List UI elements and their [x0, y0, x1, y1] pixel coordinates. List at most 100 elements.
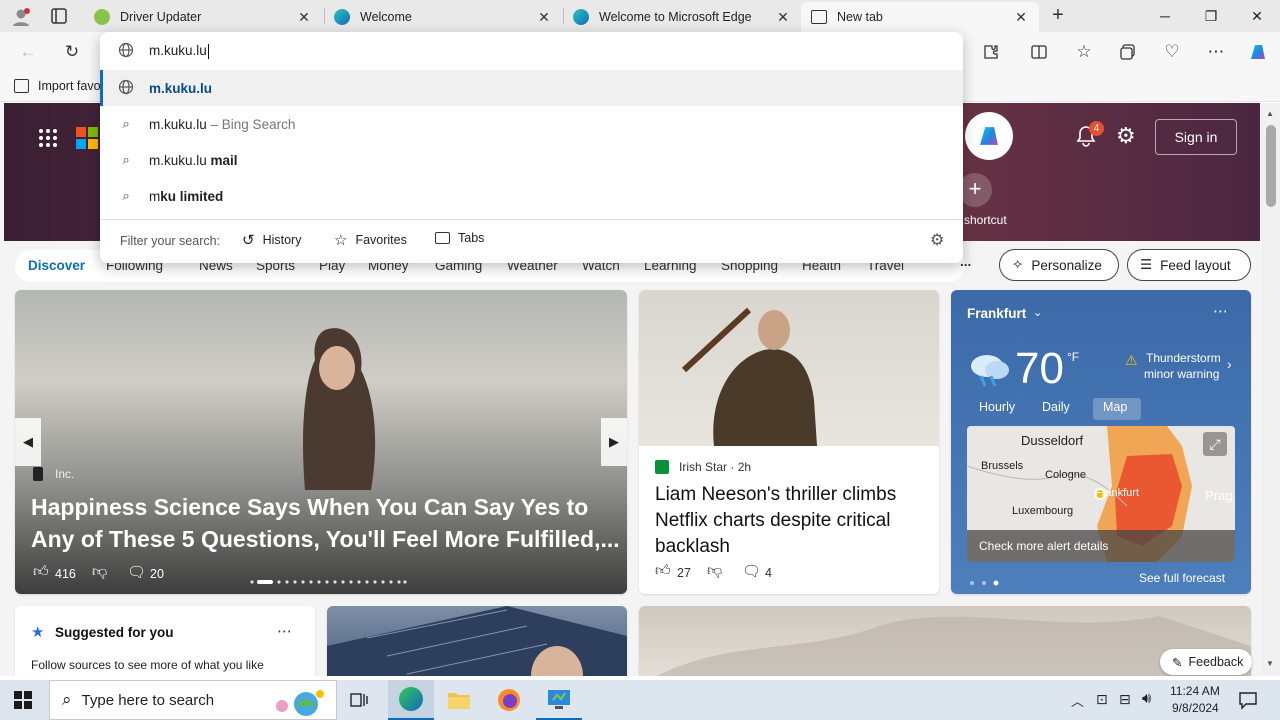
filter-history[interactable]: ↺ History: [242, 231, 301, 249]
copilot-button[interactable]: [965, 112, 1013, 160]
new-tab-button[interactable]: +: [1046, 4, 1070, 28]
story-card-bed[interactable]: [639, 606, 1251, 676]
dropdown-divider: [100, 219, 963, 220]
back-icon[interactable]: ←: [12, 36, 44, 68]
network-icon[interactable]: ⊟: [1119, 691, 1131, 708]
close-window-button[interactable]: ✕: [1234, 0, 1280, 32]
close-tab-icon[interactable]: ✕: [1013, 9, 1029, 26]
more-options-icon[interactable]: ⋯: [277, 622, 292, 640]
weather-location[interactable]: Frankfurt: [967, 306, 1026, 321]
refresh-icon[interactable]: ↻: [56, 36, 88, 68]
tab-welcome-to-edge[interactable]: Welcome to Microsoft Edge ✕: [563, 2, 801, 32]
import-favorites-link[interactable]: Import favo: [38, 79, 101, 93]
tab-new-tab[interactable]: New tab ✕: [801, 2, 1039, 32]
filter-favorites[interactable]: ☆ Favorites: [334, 231, 407, 249]
more-options-icon[interactable]: ⋯: [1213, 302, 1228, 320]
source-logo-icon: [655, 460, 669, 474]
tab-hourly[interactable]: Hourly: [979, 400, 1015, 414]
tab-discover[interactable]: Discover: [28, 258, 85, 273]
main-story-card[interactable]: ◀ ▶ Inc. Happiness Science Says When You…: [15, 290, 627, 594]
carousel-prev-button[interactable]: ◀: [15, 418, 41, 466]
news-story-card[interactable]: Irish Star · 2h Liam Neeson's thriller c…: [639, 290, 939, 594]
scroll-down-icon[interactable]: ▼: [1266, 659, 1274, 668]
story-headline[interactable]: Happiness Science Says When You Can Say …: [31, 491, 621, 555]
show-hidden-icons[interactable]: ︿: [1071, 691, 1084, 710]
clock-date[interactable]: 9/8/2024: [1172, 701, 1219, 715]
system-tray-icon[interactable]: ⊡: [1096, 691, 1108, 708]
feed-layout-button[interactable]: ☰ Feed layout: [1127, 249, 1251, 281]
comment-icon[interactable]: 🗨︎: [127, 563, 146, 581]
scroll-thumb[interactable]: [1266, 125, 1276, 207]
restore-button[interactable]: ❐: [1188, 0, 1234, 32]
feedback-button[interactable]: ✎ Feedback: [1160, 649, 1252, 675]
more-menu-icon[interactable]: ⋯: [1200, 36, 1232, 68]
story-headline[interactable]: Liam Neeson's thriller climbs Netflix ch…: [655, 482, 927, 560]
filter-tabs[interactable]: Tabs: [435, 231, 484, 245]
carousel-dots: [249, 573, 409, 584]
like-icon[interactable]: 👍︎: [655, 562, 671, 580]
close-tab-icon[interactable]: ✕: [775, 9, 791, 26]
scroll-up-icon[interactable]: ▲: [1266, 109, 1274, 118]
story-card-solar[interactable]: [327, 606, 627, 676]
start-button[interactable]: [14, 691, 32, 709]
split-screen-icon[interactable]: [1023, 36, 1055, 68]
tab-driver-updater[interactable]: Driver Updater ✕: [84, 2, 322, 32]
search-icon: ⌕: [122, 152, 130, 167]
tab-welcome[interactable]: Welcome ✕: [324, 2, 562, 32]
like-icon[interactable]: 👍︎: [33, 563, 49, 581]
taskbar-edge-button[interactable]: [388, 680, 434, 720]
browser-essentials-icon[interactable]: ♡: [1156, 36, 1188, 68]
tab-actions-icon[interactable]: [50, 7, 68, 25]
suggestion-item[interactable]: m.kuku.lu: [100, 70, 963, 106]
copilot-icon[interactable]: [1242, 36, 1274, 68]
alert-line1[interactable]: Thunderstorm: [1146, 351, 1221, 365]
extensions-icon[interactable]: [975, 36, 1007, 68]
edge-icon: [573, 9, 589, 25]
comment-count: 4: [765, 566, 772, 580]
volume-icon[interactable]: 🔊︎: [1142, 690, 1151, 707]
clock-time[interactable]: 11:24 AM: [1170, 684, 1220, 698]
profile-icon[interactable]: [10, 6, 32, 28]
suggested-card: ★ Suggested for you ⋯ Follow sources to …: [15, 606, 315, 676]
settings-gear-icon[interactable]: ⚙: [930, 230, 944, 250]
minimize-button[interactable]: ─: [1142, 0, 1188, 32]
dislike-icon[interactable]: 👎︎: [92, 563, 107, 581]
weather-card[interactable]: Frankfurt ⌄ ⋯ 70 °F ⚠ Thunderstorm minor…: [951, 290, 1251, 594]
weather-map[interactable]: Dusseldorf Brussels Cologne Luxembourg F…: [967, 426, 1235, 562]
notification-center-icon[interactable]: [1238, 690, 1258, 710]
tab-daily[interactable]: Daily: [1042, 400, 1070, 414]
settings-gear-icon[interactable]: ⚙: [1116, 125, 1136, 147]
favorites-star-icon[interactable]: ☆: [1068, 36, 1100, 68]
close-tab-icon[interactable]: ✕: [536, 9, 552, 26]
alert-line2[interactable]: minor warning: [1144, 367, 1219, 381]
file-explorer-icon[interactable]: [447, 689, 471, 711]
comment-icon[interactable]: 🗨︎: [742, 562, 761, 580]
expand-map-icon[interactable]: ⤢: [1203, 432, 1227, 456]
filter-favorites-label: Favorites: [355, 233, 407, 247]
carousel-next-button[interactable]: ▶: [601, 418, 627, 466]
chevron-right-icon[interactable]: ›: [1227, 356, 1232, 372]
sign-in-button[interactable]: Sign in: [1155, 119, 1237, 155]
apps-grid-icon[interactable]: [38, 128, 58, 148]
suggestion-item[interactable]: ⌕ m.kuku.lu mail: [100, 142, 963, 178]
task-view-icon[interactable]: [349, 690, 369, 710]
dislike-icon[interactable]: 👎︎: [707, 562, 722, 580]
tab-map[interactable]: Map: [1093, 398, 1141, 420]
check-alerts-bar[interactable]: Check more alert details: [967, 530, 1235, 562]
map-label: Brussels: [981, 460, 1024, 472]
personalize-button[interactable]: ✧ Personalize: [999, 249, 1119, 281]
address-bar[interactable]: m.kuku.lu: [100, 32, 963, 70]
check-alerts-link[interactable]: Check more alert details: [979, 539, 1108, 553]
driver-updater-taskbar-icon[interactable]: [536, 680, 582, 720]
suggestion-item[interactable]: ⌕ m.kuku.lu – Bing Search: [100, 106, 963, 142]
taskbar-search[interactable]: ⌕ Type here to search: [49, 680, 337, 720]
add-shortcut-button[interactable]: +: [958, 173, 992, 207]
firefox-icon[interactable]: [497, 688, 521, 712]
page-scrollbar[interactable]: ▲ ▼: [1262, 103, 1280, 676]
see-full-forecast-link[interactable]: See full forecast: [1139, 571, 1225, 585]
suggestion-item[interactable]: ⌕ mku limited: [100, 178, 963, 214]
close-tab-icon[interactable]: ✕: [296, 9, 312, 26]
chevron-down-icon[interactable]: ⌄: [1033, 306, 1042, 319]
collections-icon[interactable]: [1112, 36, 1144, 68]
address-input[interactable]: m.kuku.lu: [149, 43, 209, 59]
